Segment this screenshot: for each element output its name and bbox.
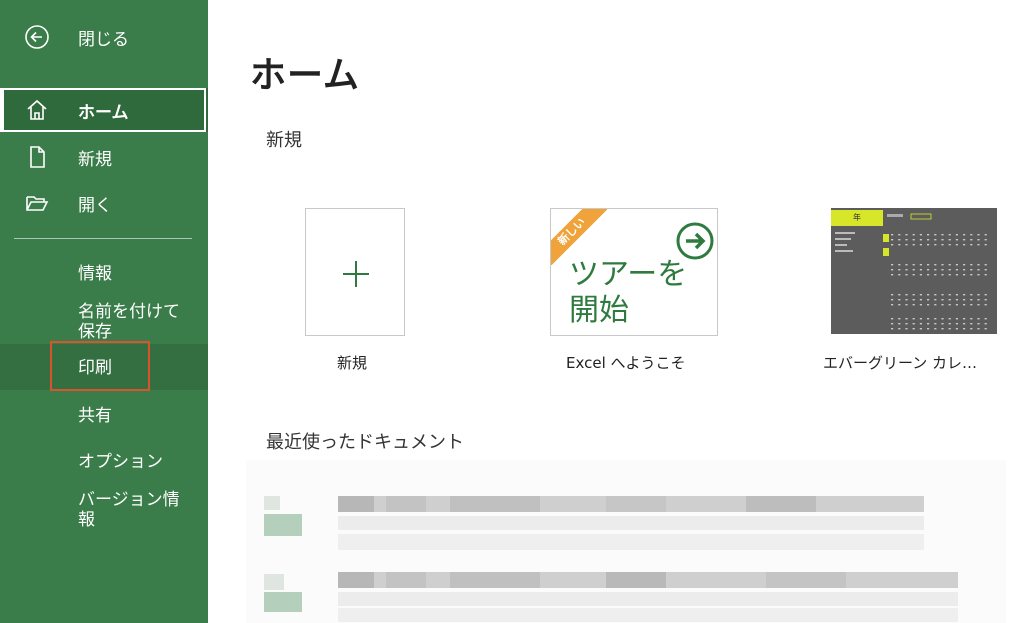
close-label: 閉じる: [78, 29, 129, 50]
sidebar-item-home[interactable]: ホーム: [0, 88, 208, 132]
recent-documents-heading: 最近使ったドキュメント: [266, 432, 464, 453]
page-title: ホーム: [250, 55, 360, 96]
back-arrow-icon: [24, 24, 50, 50]
sidebar-item-label: ホーム: [78, 102, 129, 123]
backstage-sidebar: 閉じる ホーム 新規 開く 情報 名前を付けて 保存 印刷 共有 オプション バ…: [0, 0, 208, 623]
new-file-icon: [24, 144, 50, 170]
version-line1: バージョン情: [78, 490, 180, 510]
recent-documents-list: [246, 460, 1006, 623]
tile-caption: 新規: [337, 354, 368, 372]
tile-caption: Excel へようこそ: [566, 354, 686, 372]
folder-open-icon: [24, 190, 50, 216]
tour-text: ツアーを 開始: [569, 257, 688, 328]
sidebar-item-label: 開く: [78, 195, 112, 216]
close-button[interactable]: 閉じる: [0, 22, 208, 52]
welcome-tour-card[interactable]: 新しい ツアーを 開始: [550, 208, 718, 336]
sidebar-item-new[interactable]: 新規: [0, 142, 208, 172]
sidebar-item-save-as[interactable]: 名前を付けて 保存: [78, 302, 180, 342]
sidebar-divider: [14, 238, 192, 239]
sidebar-item-share[interactable]: 共有: [78, 406, 112, 426]
version-line2: 報: [78, 510, 95, 530]
sidebar-item-open[interactable]: 開く: [0, 188, 208, 218]
sidebar-item-options[interactable]: オプション: [78, 452, 163, 472]
calendar-grid: [835, 213, 987, 330]
new-section-heading: 新規: [266, 130, 302, 151]
blank-workbook-card[interactable]: [305, 208, 405, 336]
calendar-thumbnail[interactable]: 年: [831, 208, 997, 334]
save-as-line2: 保存: [78, 322, 112, 342]
sidebar-item-label: 新規: [78, 149, 112, 170]
tile-caption: エバーグリーン カレ…: [823, 354, 978, 372]
home-icon: [24, 97, 50, 123]
print-highlight-box: [50, 341, 150, 391]
save-as-line1: 名前を付けて: [78, 302, 180, 322]
sidebar-item-info[interactable]: 情報: [78, 264, 112, 284]
plus-icon: [341, 259, 371, 293]
sidebar-item-version-history[interactable]: バージョン情 報: [78, 490, 180, 530]
